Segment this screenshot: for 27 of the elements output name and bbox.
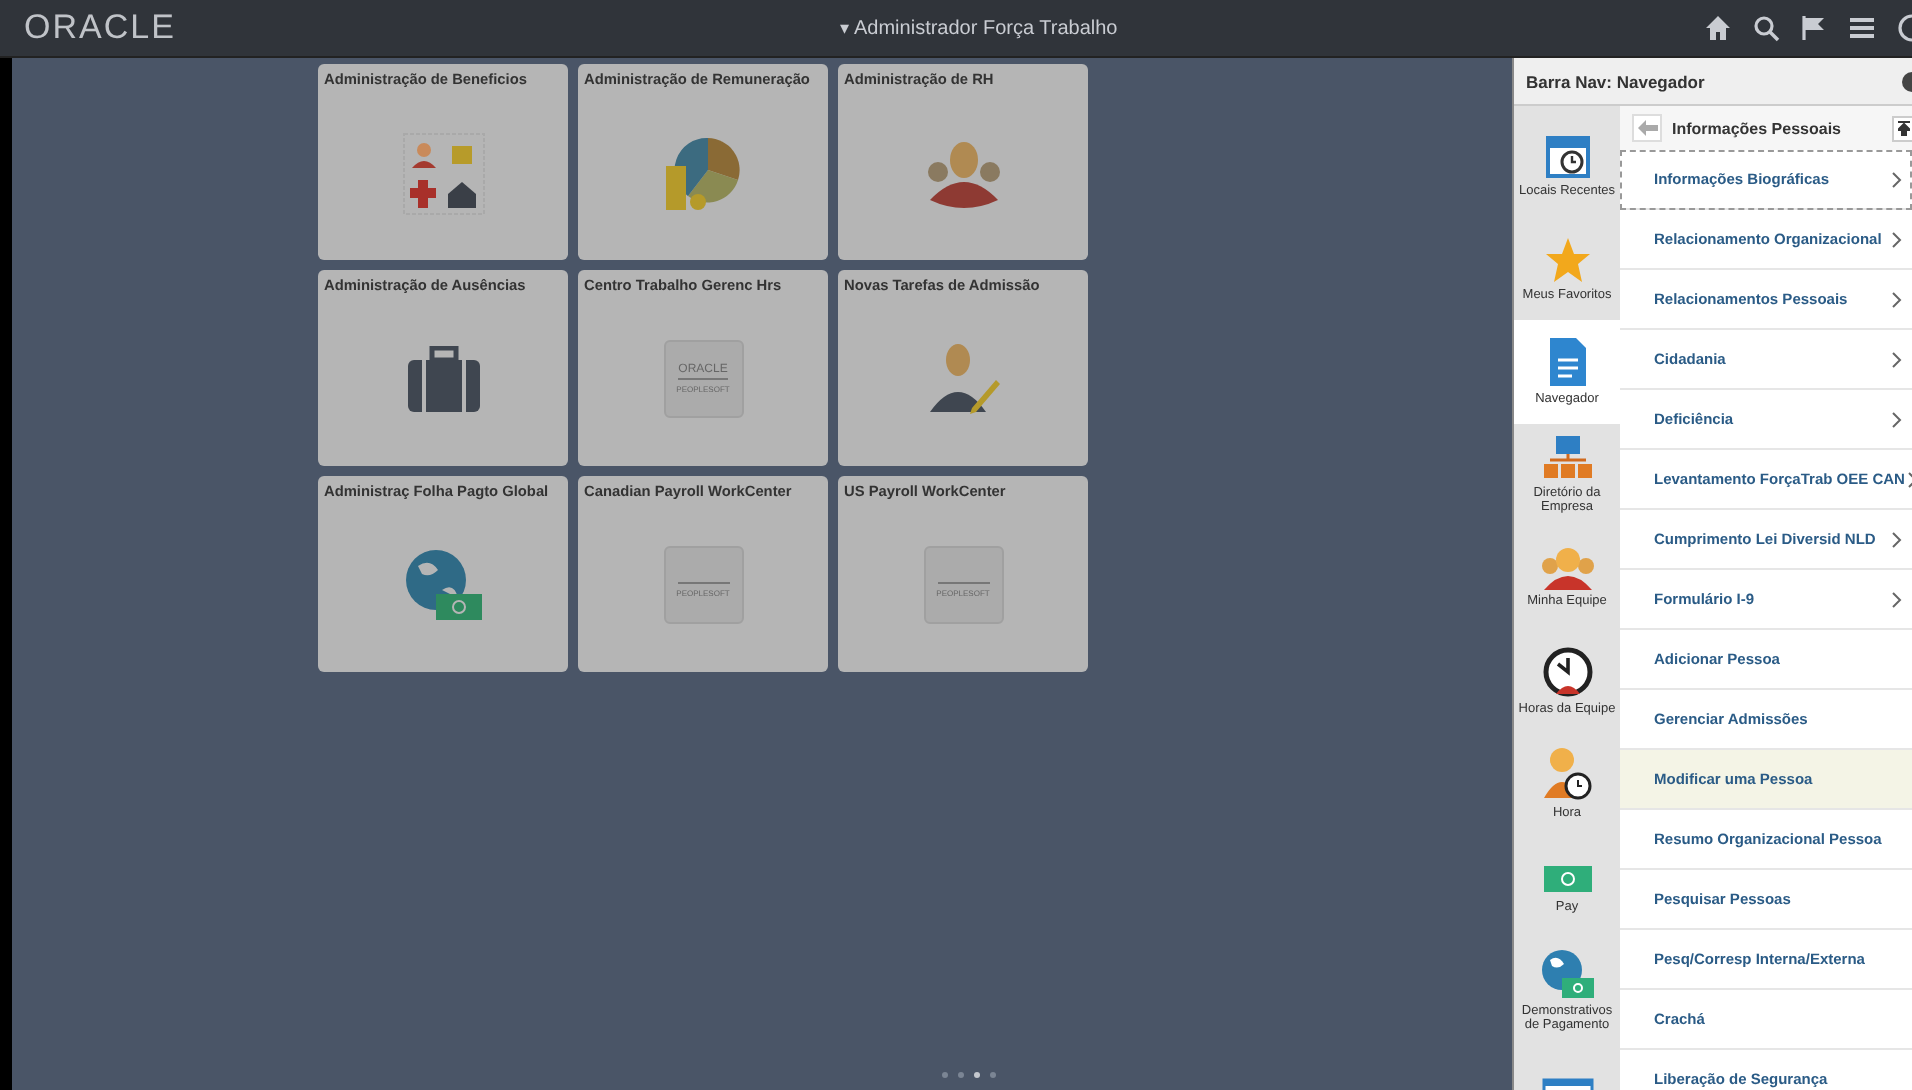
- page-title[interactable]: Administrador Força Trabalho: [854, 17, 1118, 39]
- flag-icon[interactable]: [1800, 14, 1828, 42]
- caret-icon[interactable]: ▾: [840, 18, 850, 38]
- pin-button[interactable]: [1892, 115, 1912, 141]
- pin-icon: [1897, 120, 1909, 136]
- briefcase-icon: [405, 345, 481, 413]
- star-icon: [1543, 235, 1591, 284]
- folder-title: Informações Pessoais: [1672, 119, 1843, 137]
- globe-money-icon: [401, 545, 485, 625]
- back-arrow-icon: [1637, 120, 1657, 136]
- person-clock-icon: [1541, 746, 1593, 803]
- benefits-icon: [401, 131, 485, 215]
- clock-icon: [1541, 645, 1593, 698]
- team-icon: [1539, 546, 1595, 591]
- oracle-logo: ORACLE: [24, 8, 176, 48]
- home-icon[interactable]: [1704, 14, 1732, 42]
- page-dot[interactable]: [990, 1072, 996, 1078]
- document-icon: [1547, 336, 1587, 389]
- globe-money-icon: [1539, 947, 1595, 1000]
- calendar-clock-icon: [1543, 132, 1591, 181]
- page-dot[interactable]: [942, 1072, 948, 1078]
- page-dot[interactable]: [974, 1072, 980, 1078]
- panel-title: Barra Nav: Navegador: [1526, 71, 1705, 91]
- org-chart-icon: [1541, 434, 1593, 483]
- menu-icon[interactable]: [1848, 14, 1876, 42]
- search-icon[interactable]: [1752, 14, 1780, 42]
- page-dot[interactable]: [958, 1072, 964, 1078]
